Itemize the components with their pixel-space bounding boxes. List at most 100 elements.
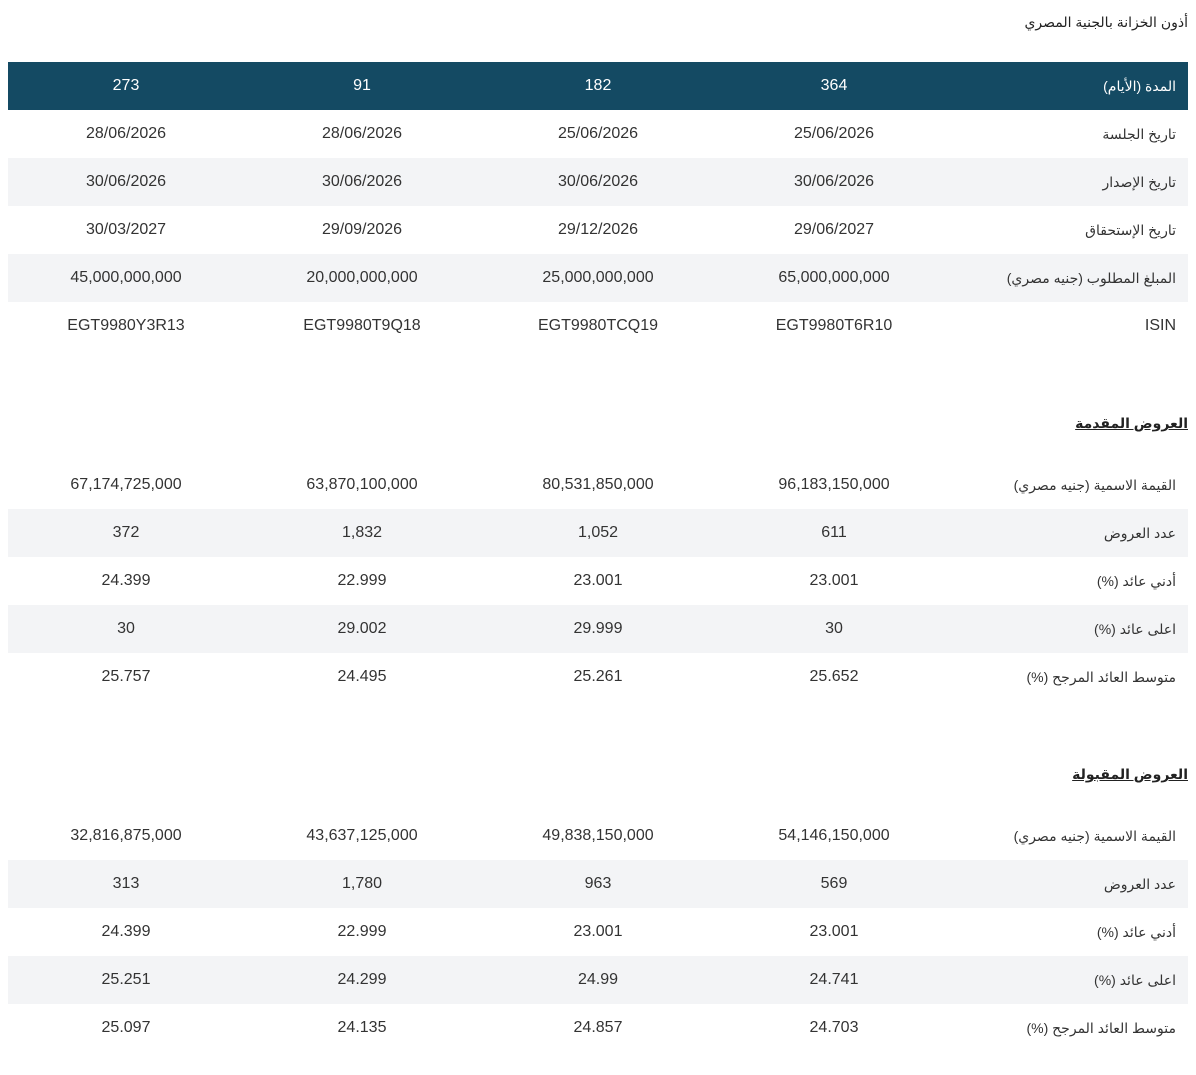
cell: 23.001 (573, 923, 623, 940)
table-row: اعلى عائد (%) 30 29.999 29.002 30 (8, 605, 1188, 653)
row-label: القيمة الاسمية (جنيه مصري) (1013, 827, 1176, 844)
cell: 1,052 (480, 509, 716, 557)
table-row: تاريخ الإصدار 30/06/2026 30/06/2026 30/0… (8, 158, 1188, 206)
page-title: أذون الخزانة بالجنية المصري (1024, 14, 1188, 30)
cell: 24.857 (573, 1019, 623, 1036)
cell: 30/06/2026 (716, 158, 952, 206)
cell: 963 (480, 860, 716, 908)
cell: 313 (8, 860, 244, 908)
table-row: تاريخ الإستحقاق 29/06/2027 29/12/2026 29… (8, 206, 1188, 254)
cell: 24.495 (337, 668, 387, 685)
row-label: تاريخ الجلسة (1102, 125, 1176, 142)
cell: EGT9980T6R10 (775, 317, 893, 334)
treasury-bills-terms-table: المدة (الأيام) 364 182 91 273 تاريخ الجل… (8, 62, 1188, 350)
cell: 91 (244, 62, 480, 110)
cell: 24.741 (716, 956, 952, 1004)
table-row: تاريخ الجلسة 25/06/2026 25/06/2026 28/06… (8, 110, 1188, 158)
cell: 96,183,150,000 (778, 476, 890, 493)
cell: 67,174,725,000 (70, 476, 182, 493)
accepted-bids-table: القيمة الاسمية (جنيه مصري) 54,146,150,00… (8, 812, 1188, 1052)
cell: EGT9980Y3R13 (67, 317, 185, 334)
table-row: اعلى عائد (%) 24.741 24.99 24.299 25.251 (8, 956, 1188, 1004)
row-label: القيمة الاسمية (جنيه مصري) (1013, 476, 1176, 493)
cell: 23.001 (809, 923, 859, 940)
row-label: أدني عائد (%) (1096, 572, 1176, 589)
cell: 611 (716, 509, 952, 557)
cell: 364 (716, 62, 952, 110)
cell: 29/09/2026 (321, 221, 403, 238)
cell: 29.999 (480, 605, 716, 653)
row-label: أدني عائد (%) (1096, 923, 1176, 940)
cell: 24.99 (480, 956, 716, 1004)
row-label: تاريخ الإستحقاق (1085, 221, 1176, 238)
row-label: متوسط العائد المرجح (%) (1026, 1019, 1176, 1036)
cell: 23.001 (809, 572, 859, 589)
cell: 25/06/2026 (793, 125, 875, 142)
cell: 1,832 (244, 509, 480, 557)
table-row: المبلغ المطلوب (جنيه مصري) 65,000,000,00… (8, 254, 1188, 302)
row-label: متوسط العائد المرجح (%) (1026, 668, 1176, 685)
cell: 25/06/2026 (557, 125, 639, 142)
cell: 22.999 (337, 923, 387, 940)
cell: 23.001 (573, 572, 623, 589)
cell: 80,531,850,000 (542, 476, 654, 493)
cell: 49,838,150,000 (542, 827, 654, 844)
cell: 63,870,100,000 (306, 476, 418, 493)
row-label: المدة (الأيام) (952, 62, 1188, 110)
cell: 273 (8, 62, 244, 110)
row-label: ISIN (1144, 317, 1176, 334)
cell: 29/06/2027 (793, 221, 875, 238)
cell: 22.999 (337, 572, 387, 589)
table-row: ISIN EGT9980T6R10 EGT9980TCQ19 EGT9980T9… (8, 302, 1188, 350)
cell: 25.652 (809, 668, 859, 685)
cell: EGT9980T9Q18 (303, 317, 421, 334)
cell: 24.399 (101, 572, 151, 589)
cell: 30/06/2026 (480, 158, 716, 206)
cell: 30 (716, 605, 952, 653)
cell: 29.002 (244, 605, 480, 653)
table-row: أدني عائد (%) 23.001 23.001 22.999 24.39… (8, 557, 1188, 605)
table-row: القيمة الاسمية (جنيه مصري) 54,146,150,00… (8, 812, 1188, 860)
cell: 30/03/2027 (85, 221, 167, 238)
row-label: اعلى عائد (%) (952, 956, 1188, 1004)
row-label: عدد العروض (952, 860, 1188, 908)
cell: 30/06/2026 (8, 158, 244, 206)
cell: 25.251 (8, 956, 244, 1004)
cell: 65,000,000,000 (716, 254, 952, 302)
cell: 29/12/2026 (557, 221, 639, 238)
cell: EGT9980TCQ19 (537, 317, 659, 334)
cell: 372 (8, 509, 244, 557)
cell: 24.135 (337, 1019, 387, 1036)
table-row: أدني عائد (%) 23.001 23.001 22.999 24.39… (8, 908, 1188, 956)
table-row: عدد العروض 569 963 1,780 313 (8, 860, 1188, 908)
table-header-row: المدة (الأيام) 364 182 91 273 (8, 62, 1188, 110)
cell: 1,780 (244, 860, 480, 908)
table-row: متوسط العائد المرجح (%) 25.652 25.261 24… (8, 653, 1188, 701)
cell: 182 (480, 62, 716, 110)
table-row: متوسط العائد المرجح (%) 24.703 24.857 24… (8, 1004, 1188, 1052)
cell: 45,000,000,000 (8, 254, 244, 302)
cell: 43,637,125,000 (306, 827, 418, 844)
cell: 24.399 (101, 923, 151, 940)
cell: 30/06/2026 (244, 158, 480, 206)
cell: 25.757 (101, 668, 151, 685)
cell: 20,000,000,000 (244, 254, 480, 302)
row-label: تاريخ الإصدار (952, 158, 1188, 206)
offered-bids-table: القيمة الاسمية (جنيه مصري) 96,183,150,00… (8, 461, 1188, 701)
table-row: القيمة الاسمية (جنيه مصري) 96,183,150,00… (8, 461, 1188, 509)
cell: 25,000,000,000 (480, 254, 716, 302)
row-label: المبلغ المطلوب (جنيه مصري) (952, 254, 1188, 302)
cell: 24.703 (809, 1019, 859, 1036)
cell: 30 (8, 605, 244, 653)
row-label: اعلى عائد (%) (952, 605, 1188, 653)
offered-bids-heading: العروض المقدمة (1075, 415, 1188, 431)
cell: 28/06/2026 (321, 125, 403, 142)
cell: 32,816,875,000 (70, 827, 182, 844)
table-row: عدد العروض 611 1,052 1,832 372 (8, 509, 1188, 557)
cell: 569 (716, 860, 952, 908)
cell: 25.097 (101, 1019, 151, 1036)
row-label: عدد العروض (952, 509, 1188, 557)
accepted-bids-heading: العروض المقبولة (1072, 766, 1188, 782)
cell: 25.261 (573, 668, 623, 685)
cell: 24.299 (244, 956, 480, 1004)
